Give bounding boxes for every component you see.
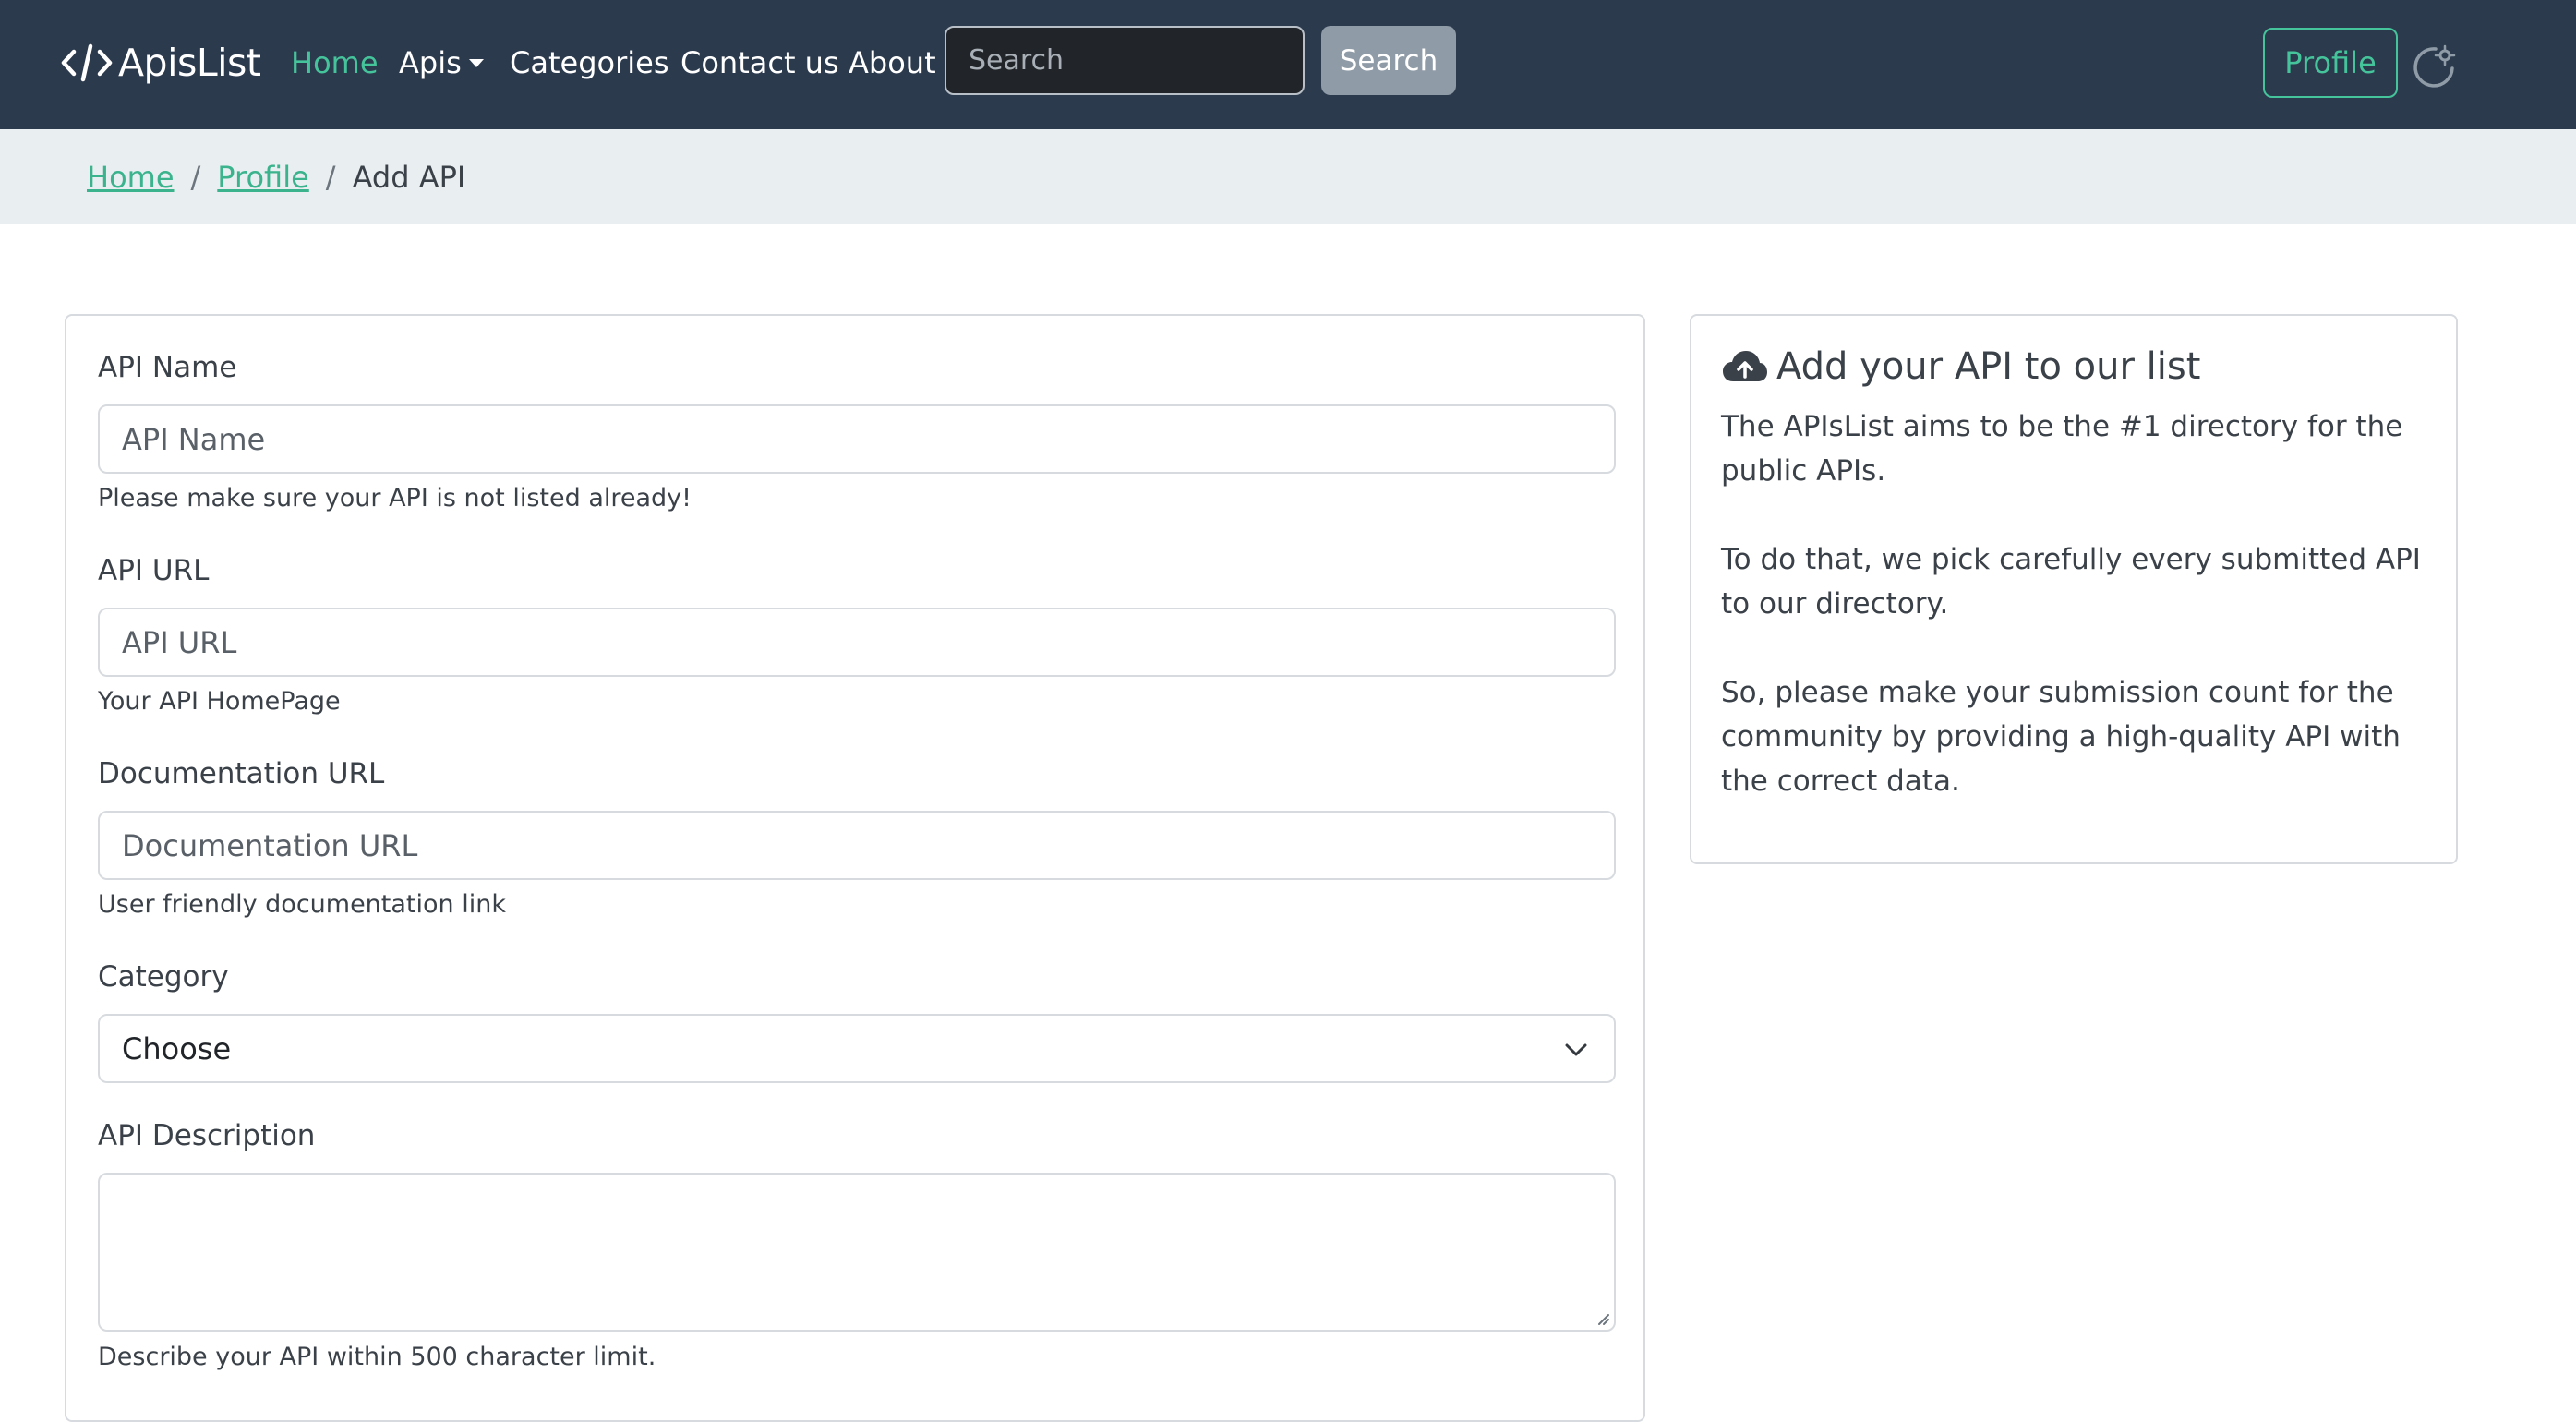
- description-label: API Description: [98, 1119, 316, 1152]
- chevron-down-icon: [1565, 1043, 1587, 1056]
- nav-about[interactable]: About: [849, 42, 936, 83]
- api-name-label: API Name: [98, 351, 237, 384]
- code-icon: [61, 43, 113, 82]
- category-selected-value: Choose: [122, 1030, 232, 1066]
- api-url-help: Your API HomePage: [98, 687, 341, 716]
- brand-name: ApisList: [118, 41, 261, 85]
- search-button[interactable]: Search: [1321, 26, 1456, 95]
- breadcrumb-current: Add API: [352, 160, 466, 195]
- nav-contact[interactable]: Contact us: [680, 42, 839, 83]
- theme-toggle-icon[interactable]: [2412, 44, 2456, 89]
- navbar: ApisList Home Apis Categories Contact us…: [0, 0, 2576, 129]
- doc-url-input[interactable]: [98, 811, 1616, 880]
- doc-url-help: User friendly documentation link: [98, 890, 506, 919]
- cloud-upload-icon: [1723, 351, 1767, 381]
- description-help: Describe your API within 500 character l…: [98, 1343, 656, 1371]
- category-select[interactable]: Choose: [98, 1014, 1616, 1083]
- add-api-form: API Name Please make sure your API is no…: [65, 314, 1645, 1422]
- nav-home[interactable]: Home: [291, 42, 379, 83]
- breadcrumb-home-link[interactable]: Home: [87, 157, 175, 198]
- info-paragraph: So, please make your submission count fo…: [1721, 676, 2401, 798]
- api-name-help: Please make sure your API is not listed …: [98, 484, 692, 512]
- caret-down-icon: [468, 59, 484, 67]
- nav-apis-label: Apis: [399, 45, 462, 80]
- info-body: The APIsList aims to be the #1 directory…: [1721, 404, 2432, 848]
- profile-button[interactable]: Profile: [2263, 28, 2398, 98]
- info-paragraph: The APIsList aims to be the #1 directory…: [1721, 410, 2403, 488]
- breadcrumb-bar: Home / Profile / Add API: [0, 129, 2576, 224]
- resize-grip-icon[interactable]: [1594, 1309, 1610, 1326]
- category-label: Category: [98, 960, 229, 994]
- api-url-input[interactable]: [98, 608, 1616, 677]
- breadcrumb-separator: /: [190, 160, 201, 195]
- breadcrumb-separator: /: [325, 160, 336, 195]
- breadcrumb-profile-link[interactable]: Profile: [217, 157, 309, 198]
- nav-categories[interactable]: Categories: [510, 42, 668, 83]
- breadcrumb: Home / Profile / Add API: [87, 157, 465, 198]
- nav-apis-dropdown[interactable]: Apis: [399, 42, 484, 83]
- api-name-input[interactable]: [98, 404, 1616, 474]
- info-title: Add your API to our list: [1721, 345, 2200, 388]
- brand-logo[interactable]: ApisList: [61, 35, 261, 90]
- doc-url-label: Documentation URL: [98, 757, 385, 790]
- info-paragraph: To do that, we pick carefully every subm…: [1721, 543, 2421, 621]
- info-card: Add your API to our list The APIsList ai…: [1690, 314, 2458, 864]
- api-url-label: API URL: [98, 554, 210, 587]
- search-input[interactable]: [945, 26, 1305, 95]
- description-textarea[interactable]: [98, 1173, 1616, 1332]
- info-title-text: Add your API to our list: [1776, 345, 2201, 388]
